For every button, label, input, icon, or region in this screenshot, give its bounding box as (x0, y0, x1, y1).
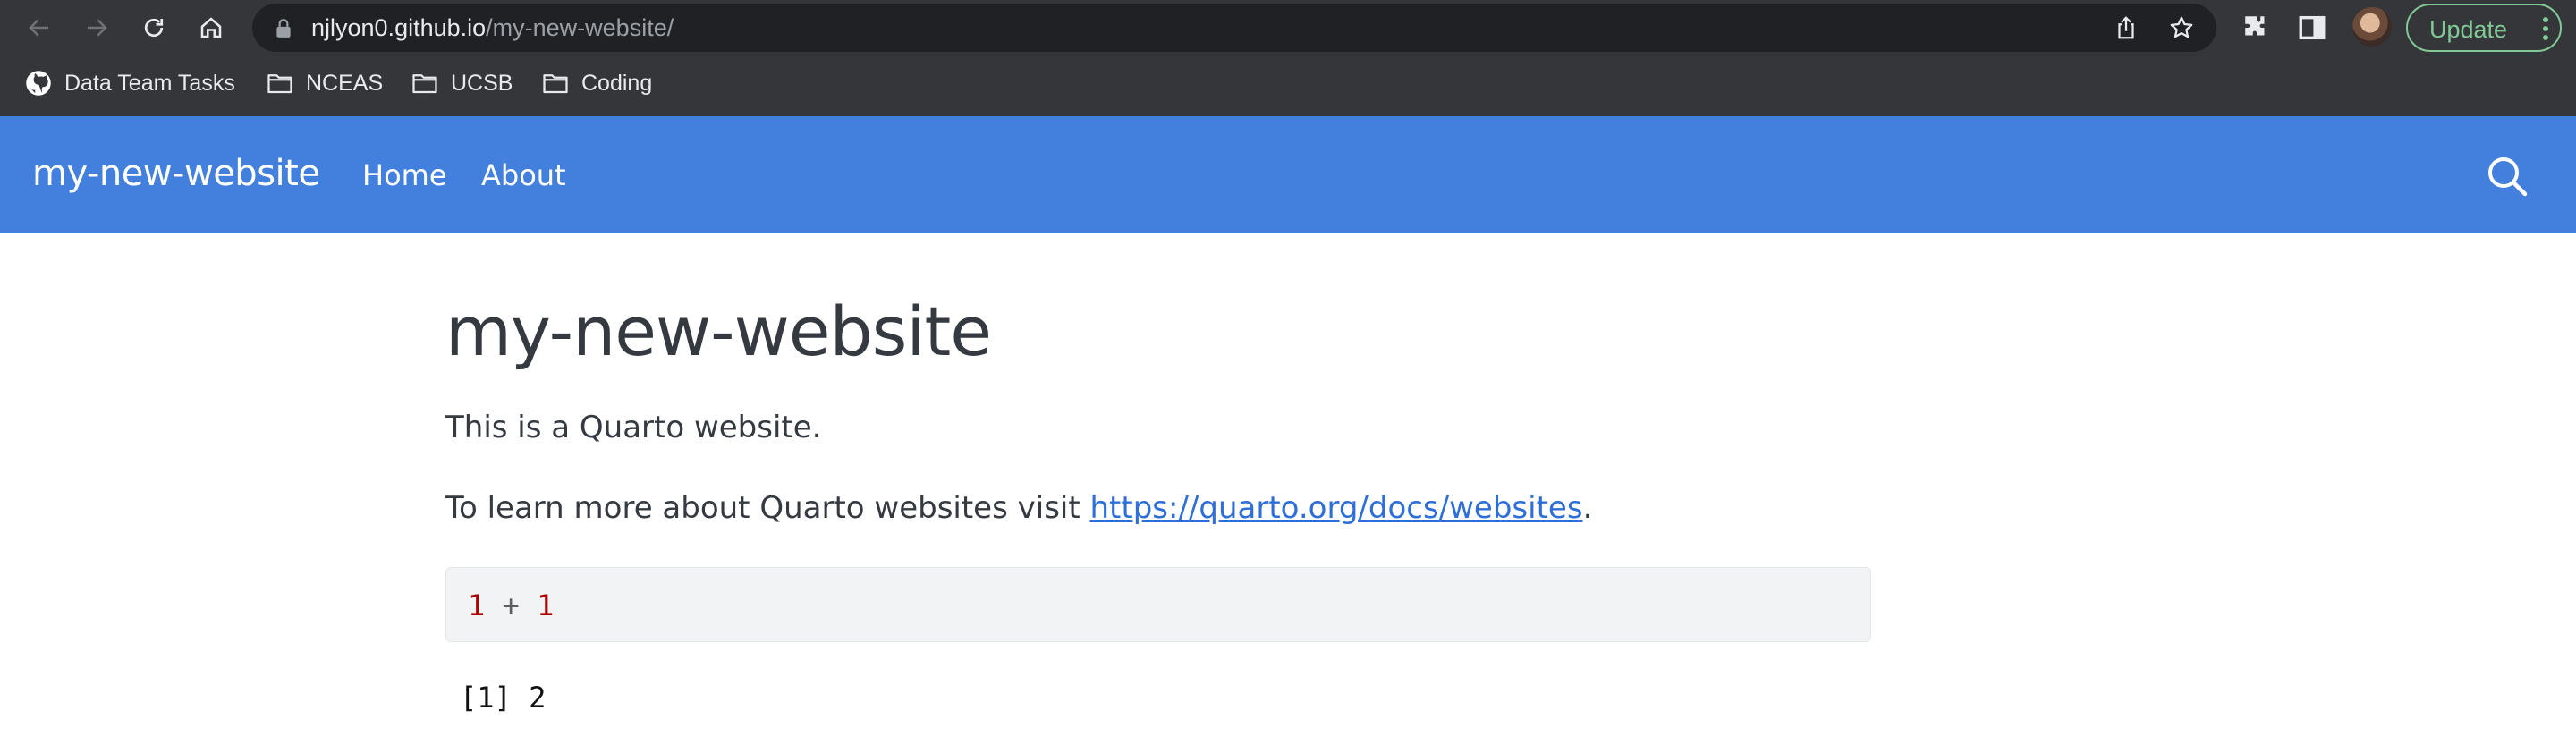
side-panel-icon[interactable] (2297, 13, 2327, 43)
learn-more-paragraph: To learn more about Quarto websites visi… (445, 488, 1592, 528)
update-label: Update (2429, 16, 2508, 43)
bookmark-label: Data Team Tasks (64, 70, 235, 96)
site-brand[interactable]: my-new-website (32, 152, 320, 195)
bookmarks-bar: Data Team Tasks NCEAS UCSB Coding (0, 63, 2576, 104)
bookmark-data-team-tasks[interactable]: Data Team Tasks (25, 68, 235, 98)
code-output: [1] 2 (460, 681, 547, 715)
browser-chrome: njlyon0.github.io/my-new-website/ Update… (0, 0, 2576, 116)
extensions-icon[interactable] (2241, 13, 2272, 43)
code-operator: + (502, 588, 520, 622)
learn-more-prefix: To learn more about Quarto websites visi… (445, 490, 1090, 526)
kebab-menu-icon (2543, 17, 2548, 40)
github-icon (26, 71, 51, 96)
folder-icon (543, 74, 568, 94)
update-button[interactable]: Update (2406, 4, 2562, 52)
code-number: 1 (537, 588, 555, 622)
address-bar[interactable]: njlyon0.github.io/my-new-website/ (252, 4, 2216, 52)
bookmark-label: UCSB (451, 70, 513, 96)
search-icon[interactable] (2485, 154, 2529, 199)
folder-icon (267, 74, 292, 94)
bookmark-star-icon[interactable] (2168, 14, 2195, 41)
home-button[interactable] (191, 9, 231, 47)
bookmark-label: Coding (581, 70, 653, 96)
back-button[interactable] (20, 9, 59, 47)
back-arrow-icon (29, 19, 48, 37)
bookmark-folder-nceas[interactable]: NCEAS (267, 68, 383, 98)
nav-link-home[interactable]: Home (362, 157, 447, 193)
code-block: 1 + 1 (445, 567, 1871, 642)
forward-button[interactable] (77, 9, 116, 47)
nav-link-about[interactable]: About (481, 157, 566, 193)
bookmark-label: NCEAS (306, 70, 384, 96)
reload-icon (144, 18, 164, 38)
url-text: njlyon0.github.io/my-new-website/ (311, 14, 674, 41)
reload-button[interactable] (134, 9, 174, 47)
page-title: my-new-website (445, 292, 992, 371)
bookmark-folder-ucsb[interactable]: UCSB (411, 68, 513, 98)
share-icon[interactable] (2113, 14, 2140, 41)
lock-icon (276, 19, 291, 38)
home-icon (200, 17, 222, 38)
profile-avatar[interactable] (2352, 7, 2392, 47)
folder-icon (412, 74, 437, 94)
forward-arrow-icon (88, 19, 107, 37)
intro-paragraph: This is a Quarto website. (445, 410, 822, 445)
bookmark-folder-coding[interactable]: Coding (542, 68, 652, 98)
learn-more-suffix: . (1582, 490, 1593, 526)
code-line: 1 + 1 (468, 588, 554, 623)
url-path: /my-new-website/ (486, 14, 674, 41)
site-navbar: my-new-website Home About (0, 116, 2576, 233)
quarto-docs-link[interactable]: https://quarto.org/docs/websites (1090, 490, 1583, 526)
url-host: njlyon0.github.io (311, 14, 487, 41)
browser-toolbar: njlyon0.github.io/my-new-website/ Update (0, 0, 2576, 55)
code-number: 1 (468, 588, 486, 622)
